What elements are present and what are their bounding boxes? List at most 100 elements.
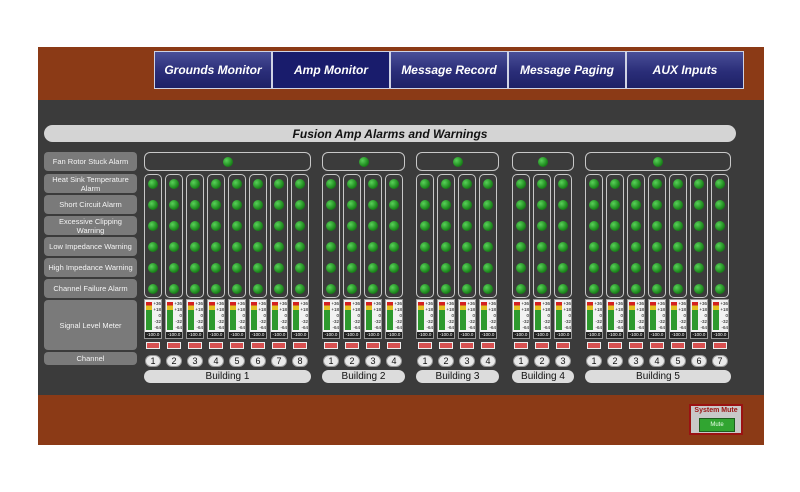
channel-number[interactable]: 5 xyxy=(670,355,686,367)
channel-number[interactable]: 8 xyxy=(292,355,308,367)
meter-value: -100.0 xyxy=(513,332,529,338)
building-2-label: Building 2 xyxy=(322,370,405,383)
channel-number[interactable]: 1 xyxy=(145,355,161,367)
channel-mute-button[interactable] xyxy=(272,342,286,349)
meter-tick-label: +18 xyxy=(594,307,602,312)
channel-mute-button[interactable] xyxy=(251,342,265,349)
channel-mute-button[interactable] xyxy=(629,342,643,349)
tab-aux-inputs[interactable]: AUX Inputs xyxy=(626,51,744,89)
channel-number[interactable]: 2 xyxy=(344,355,360,367)
channel-number[interactable]: 4 xyxy=(208,355,224,367)
channel-strip xyxy=(554,174,572,298)
meter-tick-label: -64 xyxy=(679,325,686,330)
channel-mute-button[interactable] xyxy=(366,342,380,349)
channel-number[interactable]: 4 xyxy=(386,355,402,367)
status-led-icon xyxy=(274,221,284,231)
meter-tick-label: -32 xyxy=(721,319,728,324)
channel-mute-button[interactable] xyxy=(209,342,223,349)
status-led-icon xyxy=(211,221,221,231)
channel-number[interactable]: 2 xyxy=(166,355,182,367)
tab-message-record[interactable]: Message Record xyxy=(390,51,508,89)
channel-mute-button[interactable] xyxy=(418,342,432,349)
channel-mute-button[interactable] xyxy=(481,342,495,349)
channel-number[interactable]: 7 xyxy=(712,355,728,367)
channel-mute-button[interactable] xyxy=(556,342,570,349)
channel-number[interactable]: 3 xyxy=(365,355,381,367)
channel-mute-button[interactable] xyxy=(587,342,601,349)
channel-number[interactable]: 2 xyxy=(438,355,454,367)
status-led-icon xyxy=(694,179,704,189)
channel-number[interactable]: 4 xyxy=(480,355,496,367)
level-bar xyxy=(188,302,194,330)
status-led-icon xyxy=(169,263,179,273)
meter-tick-label: +18 xyxy=(521,307,529,312)
meter-tick-label: -32 xyxy=(238,319,245,324)
meter-tick-label: -64 xyxy=(217,325,224,330)
channel-mute-button[interactable] xyxy=(324,342,338,349)
meter-tick-label: -32 xyxy=(374,319,381,324)
channel-mute-button[interactable] xyxy=(535,342,549,349)
channel-number[interactable]: 7 xyxy=(271,355,287,367)
channel-mute-button[interactable] xyxy=(146,342,160,349)
mute-button[interactable]: Mute xyxy=(699,418,735,432)
status-led-icon xyxy=(589,284,599,294)
channel-number[interactable]: 2 xyxy=(534,355,550,367)
meter-tick-label: +36 xyxy=(425,301,433,306)
status-led-icon xyxy=(558,263,568,273)
meter-tick-label: -64 xyxy=(280,325,287,330)
level-bar xyxy=(146,302,152,330)
meter-tick-label: -64 xyxy=(395,325,402,330)
channel-number[interactable]: 3 xyxy=(459,355,475,367)
channel-number[interactable]: 1 xyxy=(513,355,529,367)
signal-level-meter: +36 +18 0 -32 -64 -100.0 xyxy=(627,299,645,339)
channel-mute-button[interactable] xyxy=(439,342,453,349)
level-bar xyxy=(439,302,445,330)
channel-number[interactable]: 1 xyxy=(586,355,602,367)
status-led-icon xyxy=(652,221,662,231)
meter-tick-label: 0 xyxy=(357,313,360,318)
channel-mute-button[interactable] xyxy=(345,342,359,349)
status-led-icon xyxy=(295,263,305,273)
channel-number[interactable]: 4 xyxy=(649,355,665,367)
status-led-icon xyxy=(537,263,547,273)
channel-mute-button[interactable] xyxy=(671,342,685,349)
channel-number[interactable]: 2 xyxy=(607,355,623,367)
channel-mute-button[interactable] xyxy=(167,342,181,349)
tab-grounds-monitor[interactable]: Grounds Monitor xyxy=(154,51,272,89)
signal-level-meter: +36 +18 0 -32 -64 -100.0 xyxy=(270,299,288,339)
channel-number[interactable]: 5 xyxy=(229,355,245,367)
meter-value: -100.0 xyxy=(607,332,623,338)
channel-mute-button[interactable] xyxy=(692,342,706,349)
meter-tick-label: +36 xyxy=(467,301,475,306)
channel-mute-button[interactable] xyxy=(387,342,401,349)
status-led-icon xyxy=(190,221,200,231)
channel-mute-button[interactable] xyxy=(514,342,528,349)
channel-number[interactable]: 6 xyxy=(691,355,707,367)
channel-mute-button[interactable] xyxy=(230,342,244,349)
status-led-icon xyxy=(537,242,547,252)
channel-number[interactable]: 3 xyxy=(555,355,571,367)
status-led-icon xyxy=(516,221,526,231)
status-led-icon xyxy=(462,242,472,252)
channel-number[interactable]: 1 xyxy=(323,355,339,367)
channel-mute-button[interactable] xyxy=(188,342,202,349)
channel-mute-button[interactable] xyxy=(650,342,664,349)
channel-mute-button[interactable] xyxy=(460,342,474,349)
channel-number[interactable]: 6 xyxy=(250,355,266,367)
channel-mute-button[interactable] xyxy=(293,342,307,349)
channel-mute-button[interactable] xyxy=(608,342,622,349)
tab-amp-monitor[interactable]: Amp Monitor xyxy=(272,51,390,89)
channel-mute-button[interactable] xyxy=(713,342,727,349)
status-led-icon xyxy=(389,242,399,252)
channel-number[interactable]: 3 xyxy=(187,355,203,367)
label-high-impedance-warning: High Impedance Warning xyxy=(44,258,137,277)
status-led-icon xyxy=(589,242,599,252)
meter-tick-label: 0 xyxy=(284,313,287,318)
tab-message-paging[interactable]: Message Paging xyxy=(508,51,626,89)
meter-tick-label: 0 xyxy=(263,313,266,318)
level-bar xyxy=(671,302,677,330)
channel-number[interactable]: 3 xyxy=(628,355,644,367)
status-led-icon xyxy=(347,200,357,210)
meter-value: -100.0 xyxy=(344,332,360,338)
channel-number[interactable]: 1 xyxy=(417,355,433,367)
